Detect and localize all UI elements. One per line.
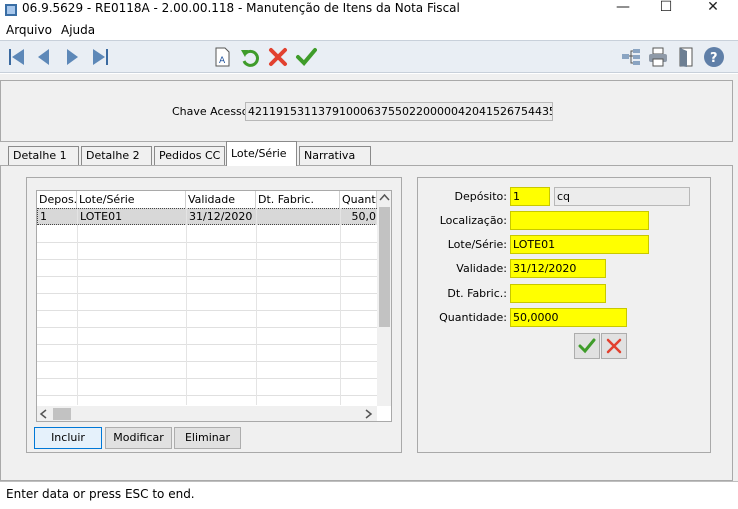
exit-door-icon[interactable] — [674, 45, 698, 69]
quantidade-label: Quantidade: — [439, 311, 507, 324]
menu-bar: Arquivo Ajuda — [0, 20, 738, 40]
window-title: 06.9.5629 - RE0118A - 2.00.00.118 - Manu… — [22, 1, 460, 15]
column-divider — [340, 208, 341, 405]
scroll-right-icon[interactable] — [363, 409, 373, 419]
col-header-dt-fabric[interactable]: Dt. Fabric. — [256, 191, 340, 208]
print-icon[interactable] — [646, 45, 670, 69]
toolbar: A ? — [0, 40, 738, 73]
cell-depos: 1 — [38, 209, 78, 225]
col-header-quantidade[interactable]: Quantid — [340, 191, 377, 208]
dt-fabric-label: Dt. Fabric.: — [447, 287, 507, 300]
table-row[interactable] — [37, 294, 377, 311]
vertical-scrollbar[interactable] — [377, 191, 391, 406]
undo-icon[interactable] — [238, 45, 262, 69]
column-divider — [186, 208, 187, 405]
checkmark-icon — [578, 338, 596, 354]
validade-label: Validade: — [456, 262, 507, 275]
next-record-icon[interactable] — [60, 45, 84, 69]
lote-serie-label: Lote/Série: — [447, 238, 507, 251]
svg-text:A: A — [219, 56, 226, 66]
horizontal-scroll-thumb[interactable] — [53, 408, 71, 420]
status-text: Enter data or press ESC to end. — [6, 487, 195, 501]
cell-quantidade: 50,0 — [341, 209, 377, 225]
column-divider — [77, 208, 78, 405]
minimize-button[interactable]: — — [600, 0, 646, 20]
vertical-scroll-thumb[interactable] — [379, 207, 390, 327]
chave-acesso-field[interactable]: 4211915311379100063755022000004204152675… — [245, 102, 553, 121]
svg-text:?: ? — [710, 51, 718, 66]
close-button[interactable]: ✕ — [690, 0, 736, 20]
localizacao-label: Localização: — [439, 214, 507, 227]
col-header-depos[interactable]: Depos. — [37, 191, 77, 208]
cancel-lot-button[interactable] — [601, 333, 627, 359]
table-row[interactable] — [37, 362, 377, 379]
table-row[interactable] — [37, 277, 377, 294]
first-record-icon[interactable] — [5, 45, 29, 69]
table-row[interactable]: 1 LOTE01 31/12/2020 50,0 — [37, 208, 377, 225]
grid-header: Depos. Lote/Série Validade Dt. Fabric. Q… — [37, 191, 377, 208]
modificar-button[interactable]: Modificar — [105, 427, 172, 449]
help-icon[interactable]: ? — [702, 45, 726, 69]
incluir-button[interactable]: Incluir — [34, 427, 102, 449]
table-row[interactable] — [37, 328, 377, 345]
table-row[interactable] — [37, 311, 377, 328]
menu-ajuda[interactable]: Ajuda — [61, 22, 95, 38]
tab-detalhe-1[interactable]: Detalhe 1 — [8, 146, 79, 165]
cell-validade: 31/12/2020 — [187, 209, 257, 225]
table-row[interactable] — [37, 379, 377, 396]
tab-lote-serie[interactable]: Lote/Série — [226, 141, 297, 166]
column-divider — [256, 208, 257, 405]
zoom-document-icon[interactable]: A — [210, 45, 234, 69]
table-row[interactable] — [37, 226, 377, 243]
lote-serie-field[interactable]: LOTE01 — [510, 235, 649, 254]
table-row[interactable] — [37, 243, 377, 260]
eliminar-button[interactable]: Eliminar — [174, 427, 241, 449]
lot-grid[interactable]: Depos. Lote/Série Validade Dt. Fabric. Q… — [36, 190, 392, 422]
scroll-up-icon[interactable] — [379, 193, 390, 203]
tree-icon[interactable] — [619, 45, 643, 69]
last-record-icon[interactable] — [88, 45, 112, 69]
tab-detalhe-2[interactable]: Detalhe 2 — [81, 146, 152, 165]
horizontal-scrollbar[interactable] — [37, 406, 377, 421]
deposito-field[interactable]: 1 — [510, 187, 550, 206]
menu-arquivo[interactable]: Arquivo — [6, 22, 52, 38]
app-icon — [4, 3, 18, 17]
maximize-button[interactable]: ☐ — [643, 0, 689, 20]
deposito-label: Depósito: — [454, 190, 508, 203]
tab-narrativa[interactable]: Narrativa — [299, 146, 371, 165]
deposito-description-field: cq — [554, 187, 690, 206]
title-bar: 06.9.5629 - RE0118A - 2.00.00.118 - Manu… — [0, 0, 738, 20]
validade-field[interactable]: 31/12/2020 — [510, 259, 606, 278]
col-header-validade[interactable]: Validade — [186, 191, 256, 208]
table-row[interactable] — [37, 260, 377, 277]
previous-record-icon[interactable] — [32, 45, 56, 69]
chave-acesso-label: Chave Acesso: — [172, 105, 253, 118]
tab-pedidos-cc[interactable]: Pedidos CC — [154, 146, 225, 165]
cross-icon — [606, 338, 622, 354]
quantidade-field[interactable]: 50,0000 — [510, 308, 627, 327]
col-header-lote-serie[interactable]: Lote/Série — [77, 191, 186, 208]
table-row[interactable] — [37, 345, 377, 362]
localizacao-field[interactable] — [510, 211, 649, 230]
dt-fabric-field[interactable] — [510, 284, 606, 303]
scroll-left-icon[interactable] — [39, 409, 49, 419]
cell-dt-fabric — [257, 209, 341, 225]
cancel-icon[interactable] — [266, 45, 290, 69]
confirm-lot-button[interactable] — [574, 333, 600, 359]
cell-lote-serie: LOTE01 — [78, 209, 187, 225]
confirm-icon[interactable] — [294, 45, 318, 69]
status-bar: Enter data or press ESC to end. — [0, 481, 738, 509]
